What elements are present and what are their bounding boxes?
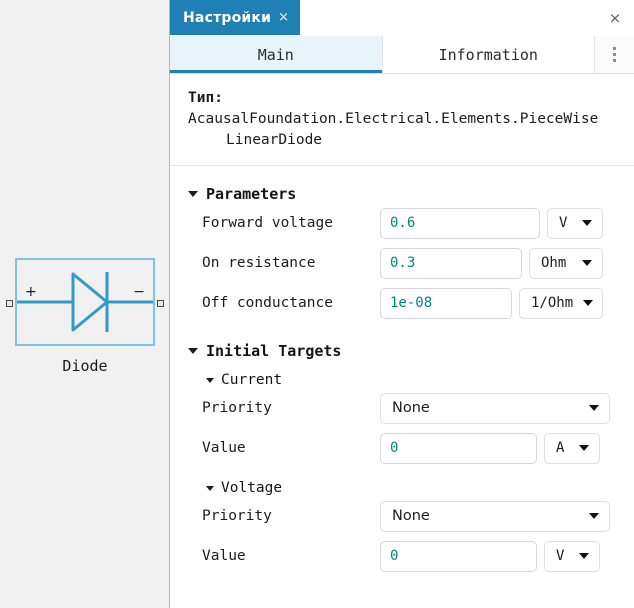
tab-main[interactable]: Main [170, 36, 383, 73]
tabbar-spacer [300, 0, 596, 35]
component-type-value-line1: AcausalFoundation.Electrical.Elements.Pi… [188, 111, 599, 127]
chevron-down-icon [589, 513, 599, 519]
chevron-down-icon [582, 260, 592, 266]
port-plus-label: + [25, 284, 37, 300]
field-forward-voltage-label: Forward voltage [202, 215, 333, 231]
properties-form: Parameters Forward voltage 0.6 V On resi… [170, 166, 634, 608]
window-tabbar: Настройки × × [170, 0, 634, 36]
component-type-row: Тип: AcausalFoundation.Electrical.Elemen… [170, 74, 634, 166]
section-parameters-header[interactable]: Parameters [170, 185, 634, 203]
component-label: Diode [62, 357, 108, 375]
kebab-menu-icon[interactable] [595, 36, 634, 73]
port-handle-left[interactable] [6, 300, 13, 307]
field-voltage-value-controls: 0 V [380, 540, 620, 572]
current-value-unit: A [556, 440, 565, 456]
diode-symbol-icon [17, 272, 153, 332]
section-parameters-title: Parameters [206, 185, 297, 203]
current-value-input[interactable]: 0 [380, 432, 537, 464]
field-current-value: Value 0 A [170, 428, 634, 468]
voltage-value-unit: V [556, 548, 565, 564]
properties-panel: Настройки × × Main Information Тип: Acau… [170, 0, 634, 608]
voltage-value-input[interactable]: 0 [380, 540, 537, 572]
field-current-priority: Priority None [170, 388, 634, 428]
window-close-icon[interactable]: × [596, 0, 634, 35]
tab-information-label: Information [438, 45, 538, 64]
close-icon[interactable]: × [278, 10, 289, 25]
field-current-priority-controls: None [380, 392, 620, 424]
voltage-priority-select[interactable]: None [380, 500, 610, 532]
on-resistance-unit-value: Ohm [541, 255, 567, 271]
field-on-resistance-controls: 0.3 Ohm [380, 247, 620, 279]
field-off-conductance-label: Off conductance [202, 295, 333, 311]
voltage-value-unit-select[interactable]: V [544, 540, 600, 572]
port-minus-label: − [133, 284, 145, 300]
subsection-current-header[interactable]: Current [170, 372, 634, 388]
subsection-voltage-header[interactable]: Voltage [170, 480, 634, 496]
field-on-resistance: On resistance 0.3 Ohm [170, 243, 634, 283]
field-current-value-label: Value [202, 440, 246, 456]
chevron-down-icon [188, 191, 198, 197]
field-forward-voltage-controls: 0.6 V [380, 207, 620, 239]
voltage-priority-value: None [392, 508, 430, 524]
chevron-down-icon [583, 300, 594, 306]
field-voltage-value-label: Value [202, 548, 246, 564]
chevron-down-icon [589, 405, 599, 411]
field-forward-voltage: Forward voltage 0.6 V [170, 203, 634, 243]
field-voltage-priority-controls: None [380, 500, 620, 532]
current-value-unit-select[interactable]: A [544, 432, 600, 464]
forward-voltage-unit-value: V [559, 215, 568, 231]
field-off-conductance-controls: 1e-08 1/Ohm [380, 287, 620, 319]
off-conductance-unit-value: 1/Ohm [531, 295, 574, 311]
settings-window: + − Diode Настройки × × Main Information… [0, 0, 634, 608]
on-resistance-input[interactable]: 0.3 [380, 247, 522, 279]
component-type-key: Тип: [188, 90, 223, 106]
field-voltage-priority: Priority None [170, 496, 634, 536]
field-voltage-value: Value 0 V [170, 536, 634, 576]
section-initial-targets-title: Initial Targets [206, 342, 342, 360]
forward-voltage-unit-select[interactable]: V [547, 207, 603, 239]
section-initial-targets-header[interactable]: Initial Targets [170, 342, 634, 360]
diagram-canvas[interactable]: + − Diode [0, 0, 170, 608]
current-priority-value: None [392, 400, 430, 416]
tab-main-label: Main [257, 45, 294, 64]
diode-selection-box[interactable]: + − [6, 258, 164, 346]
off-conductance-input[interactable]: 1e-08 [380, 287, 512, 319]
field-voltage-priority-label: Priority [202, 508, 272, 524]
panel-tabs: Main Information [170, 36, 634, 74]
chevron-down-icon [579, 445, 589, 451]
off-conductance-unit-select[interactable]: 1/Ohm [519, 287, 603, 319]
window-tab-settings[interactable]: Настройки × [170, 0, 301, 35]
field-off-conductance: Off conductance 1e-08 1/Ohm [170, 283, 634, 323]
forward-voltage-input[interactable]: 0.6 [380, 207, 540, 239]
component-type-value-line2: LinearDiode [226, 132, 323, 148]
field-on-resistance-label: On resistance [202, 255, 316, 271]
chevron-down-icon [582, 220, 592, 226]
field-current-priority-label: Priority [202, 400, 272, 416]
chevron-down-icon [579, 553, 589, 559]
field-current-value-controls: 0 A [380, 432, 620, 464]
chevron-down-icon [188, 348, 198, 354]
port-handle-right[interactable] [157, 300, 164, 307]
window-tab-label: Настройки [183, 9, 272, 26]
tab-information[interactable]: Information [382, 36, 595, 73]
subsection-current-title: Current [221, 372, 283, 388]
diode-component[interactable]: + − Diode [0, 258, 170, 375]
chevron-down-icon [206, 485, 214, 491]
on-resistance-unit-select[interactable]: Ohm [529, 247, 603, 279]
subsection-voltage-title: Voltage [221, 480, 283, 496]
current-priority-select[interactable]: None [380, 392, 610, 424]
chevron-down-icon [206, 377, 214, 383]
